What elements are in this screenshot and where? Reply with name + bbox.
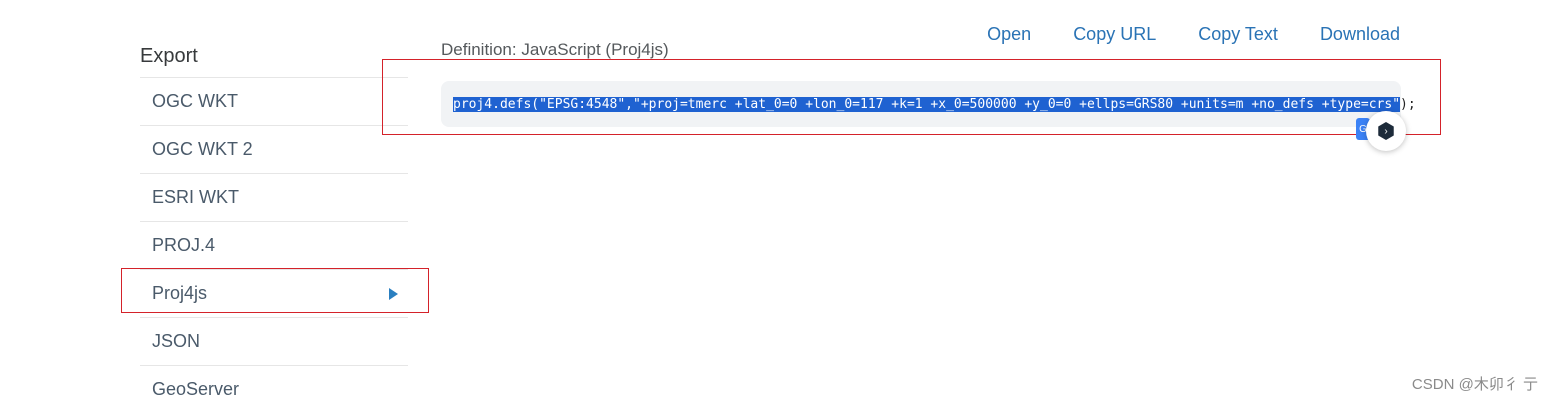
export-item-proj4js[interactable]: Proj4js xyxy=(140,269,408,317)
deepl-widget-button[interactable]: › xyxy=(1366,111,1406,151)
code-selection: proj4.defs("EPSG:4548","+proj=tmerc +lat… xyxy=(453,96,1401,112)
export-item-label: Proj4js xyxy=(152,283,208,303)
export-item-geoserver[interactable]: GeoServer xyxy=(140,365,408,404)
export-item-esri-wkt[interactable]: ESRI WKT xyxy=(140,173,408,221)
code-block[interactable]: proj4.defs("EPSG:4548","+proj=tmerc +lat… xyxy=(441,81,1416,127)
open-link[interactable]: Open xyxy=(987,24,1031,45)
export-item-label: GeoServer xyxy=(152,379,240,399)
action-bar: Open Copy URL Copy Text Download xyxy=(987,24,1400,45)
definition-label: Definition: JavaScript (Proj4js) xyxy=(441,40,669,59)
export-format-list: OGC WKT OGC WKT 2 ESRI WKT PROJ.4 Proj4j… xyxy=(140,77,408,404)
copy-url-link[interactable]: Copy URL xyxy=(1073,24,1156,45)
copy-text-link[interactable]: Copy Text xyxy=(1198,24,1278,45)
export-item-proj4[interactable]: PROJ.4 xyxy=(140,221,408,269)
export-item-json[interactable]: JSON xyxy=(140,317,408,365)
export-item-label: JSON xyxy=(152,331,201,351)
export-item-label: PROJ.4 xyxy=(152,235,216,255)
export-item-label: OGC WKT xyxy=(152,91,238,111)
export-heading: Export xyxy=(140,45,198,67)
export-item-label: ESRI WKT xyxy=(152,187,240,207)
watermark: CSDN @木卯彳 亍 xyxy=(1411,376,1538,393)
caret-right-icon xyxy=(389,287,398,300)
export-item-ogc-wkt-2[interactable]: OGC WKT 2 xyxy=(140,125,408,173)
code-text[interactable]: proj4.defs("EPSG:4548","+proj=tmerc +lat… xyxy=(453,96,1416,112)
export-item-ogc-wkt[interactable]: OGC WKT xyxy=(140,77,408,125)
page: Export OGC WKT OGC WKT 2 ESRI WKT PROJ.4… xyxy=(0,0,1552,404)
deepl-hex-icon: › xyxy=(1378,122,1394,140)
download-link[interactable]: Download xyxy=(1320,24,1400,45)
code-tail: ); xyxy=(1400,96,1416,112)
export-item-label: OGC WKT 2 xyxy=(152,139,253,159)
